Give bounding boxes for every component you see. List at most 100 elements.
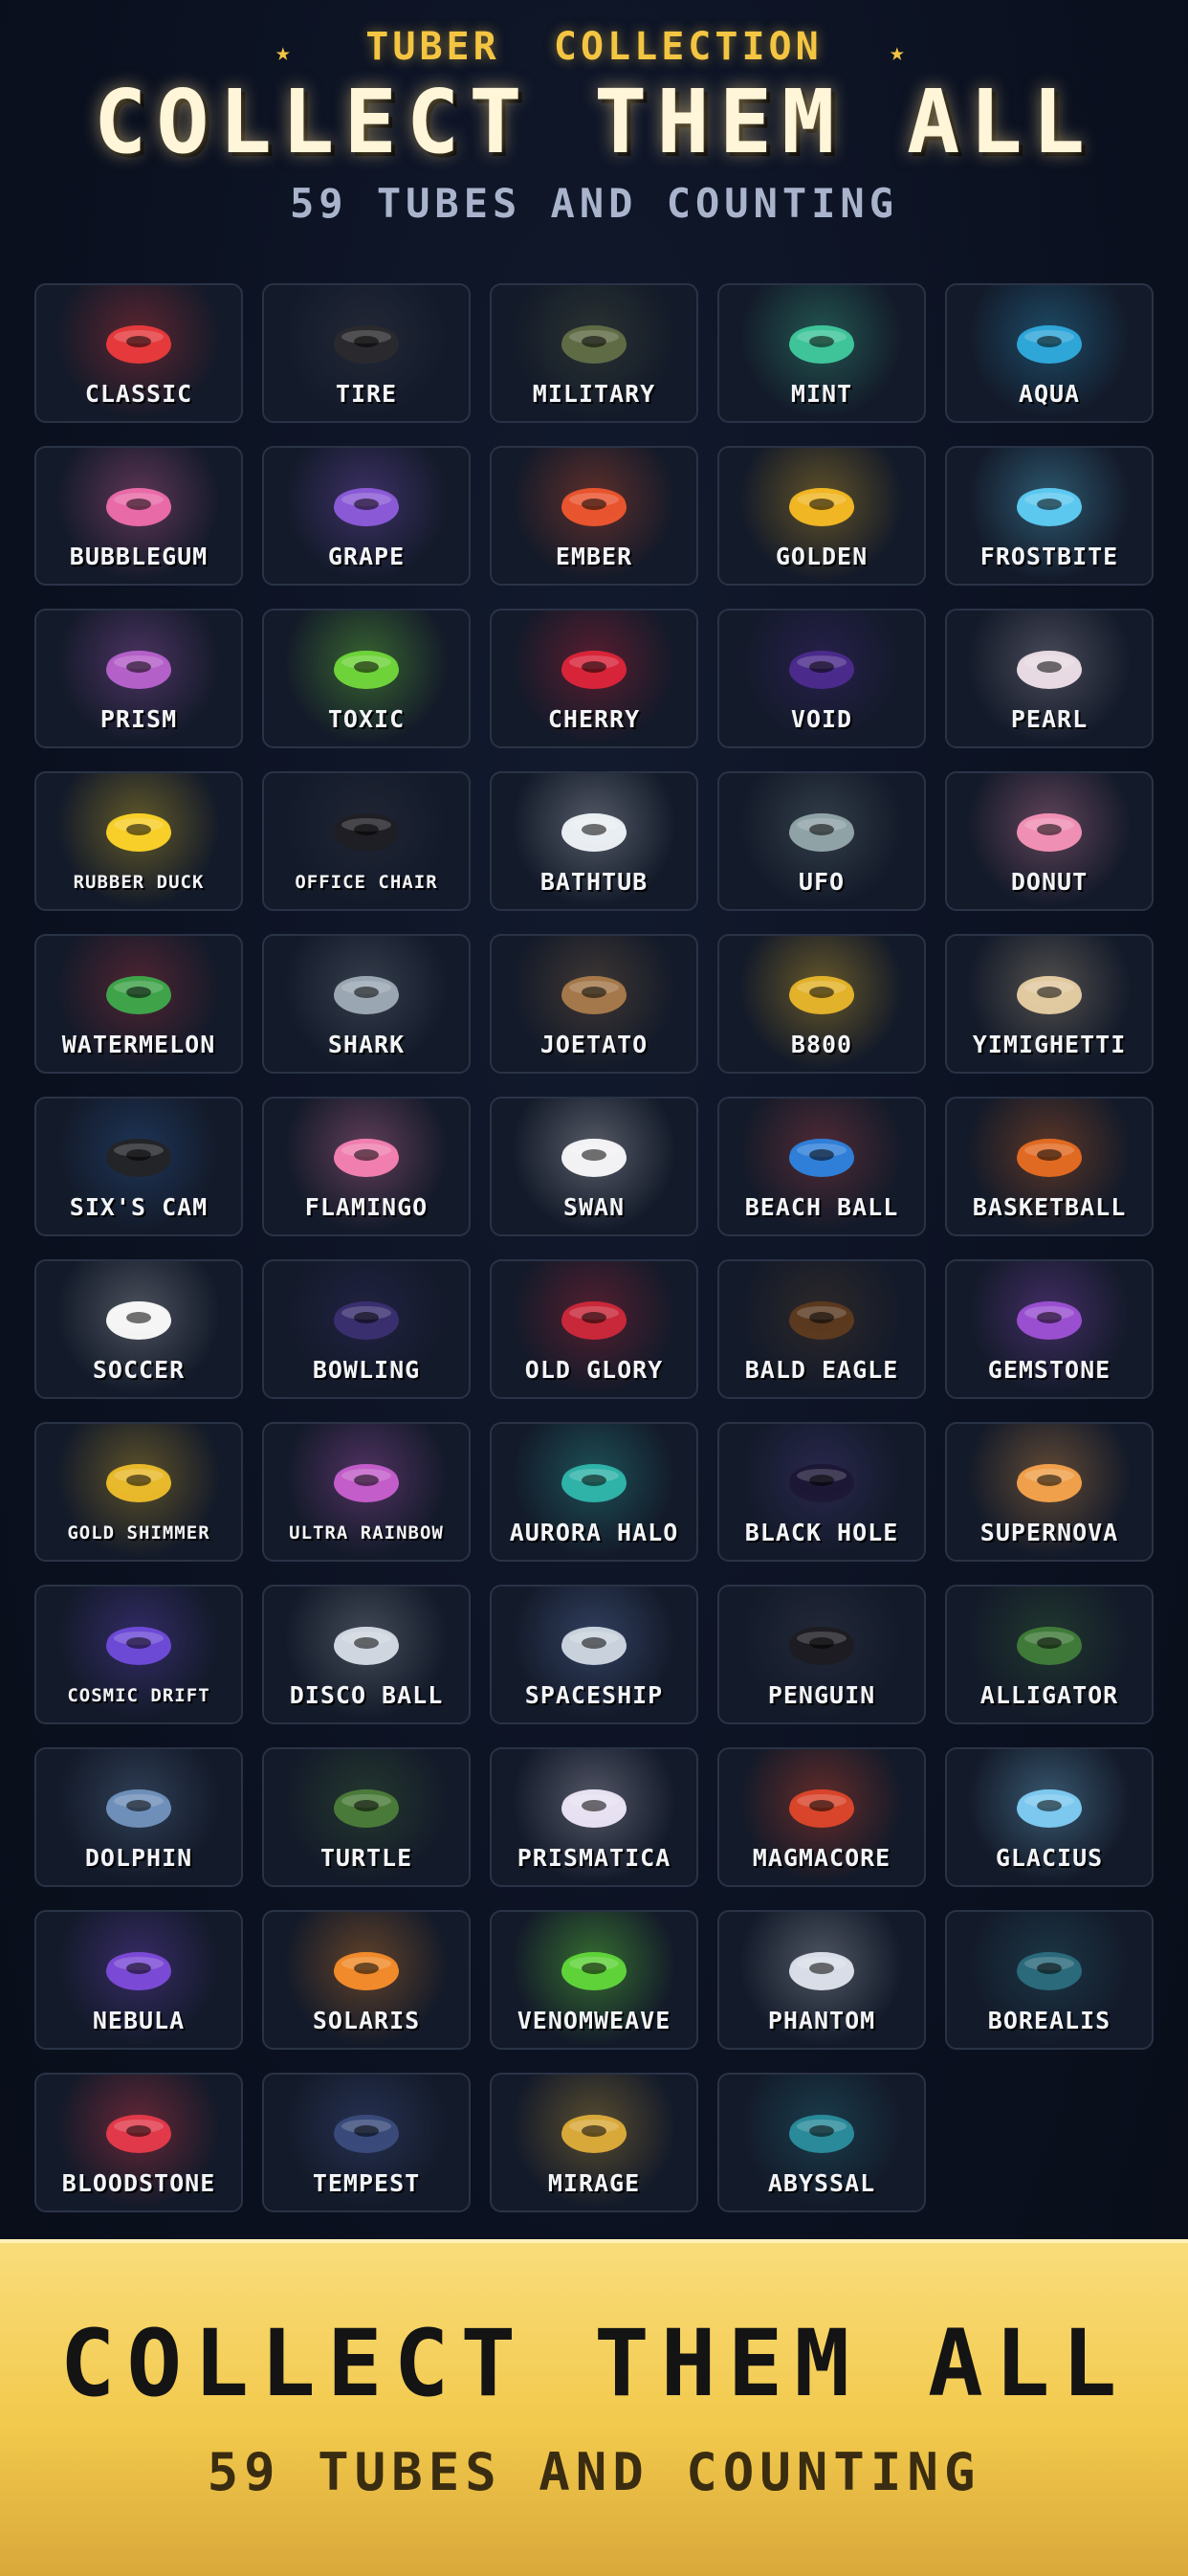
tube-card[interactable]: BOWLING [262,1259,471,1399]
tube-label: SHARK [327,1031,406,1058]
star-badge-icon [786,966,857,1018]
tube-card[interactable]: SWAN [490,1097,698,1236]
tube-card[interactable]: SIX'S CAM [34,1097,243,1236]
tube-label: TOXIC [327,705,406,733]
tube-card[interactable]: OFFICE CHAIR [262,771,471,911]
tube-card[interactable]: FROSTBITE [945,446,1154,586]
tube-card[interactable]: MINT [717,283,926,423]
tube-label: TEMPEST [312,2169,421,2197]
tube-card[interactable]: TOXIC [262,609,471,748]
tube-card[interactable]: BATHTUB [490,771,698,911]
tube-card[interactable]: GRAPE [262,446,471,586]
tube-card[interactable]: TEMPEST [262,2073,471,2212]
tube-card[interactable]: BALD EAGLE [717,1259,926,1399]
tube-card[interactable]: PENGUIN [717,1585,926,1724]
tube-label: YIMIGHETTI [972,1031,1127,1058]
tube-card[interactable]: SPACESHIP [490,1585,698,1724]
ring-icon [559,641,629,693]
tube-card[interactable]: BOREALIS [945,1910,1154,2050]
tube-card[interactable]: SOCCER [34,1259,243,1399]
tube-label: BUBBLEGUM [69,543,209,570]
tube-card[interactable]: COSMIC DRIFT [34,1585,243,1724]
ring-icon [1014,641,1085,693]
venom-ring-icon [559,1943,629,1994]
tube-card[interactable]: DOLPHIN [34,1747,243,1887]
tube-card[interactable]: PEARL [945,609,1154,748]
chair-icon [331,804,402,855]
tube-card[interactable]: MIRAGE [490,2073,698,2212]
tube-card[interactable]: ABYSSAL [717,2073,926,2212]
tube-label: SOCCER [92,1356,186,1384]
tube-card[interactable]: EMBER [490,446,698,586]
bowling-ball-icon [331,1292,402,1344]
tube-label: DONUT [1010,868,1089,896]
donut-icon [1014,804,1085,855]
tube-card[interactable]: TURTLE [262,1747,471,1887]
ring-icon [786,1455,857,1506]
tube-card[interactable]: ULTRA RAINBOW [262,1422,471,1562]
tube-label: BASKETBALL [972,1193,1127,1221]
tube-card[interactable]: AQUA [945,283,1154,423]
ring-icon [103,478,174,530]
tube-card[interactable]: BASKETBALL [945,1097,1154,1236]
collection-eyebrow: TUBER COLLECTION [365,25,823,69]
tube-card[interactable]: DISCO BALL [262,1585,471,1724]
tube-label: BOREALIS [987,2007,1111,2034]
ring-icon [786,478,857,530]
tube-card[interactable]: B800 [717,934,926,1074]
tube-card[interactable]: JOETATO [490,934,698,1074]
tube-card[interactable]: GOLDEN [717,446,926,586]
tube-card[interactable]: GLACIUS [945,1747,1154,1887]
tube-card[interactable]: PRISMATICA [490,1747,698,1887]
disco-ball-icon [331,1617,402,1669]
bathtub-icon [559,804,629,855]
tube-card[interactable]: WATERMELON [34,934,243,1074]
tube-card[interactable]: BLACK HOLE [717,1422,926,1562]
tube-card[interactable]: CLASSIC [34,283,243,423]
tube-card[interactable]: OLD GLORY [490,1259,698,1399]
tube-label: BEACH BALL [744,1193,899,1221]
tube-label: ALLIGATOR [979,1681,1119,1709]
tube-card[interactable]: CHERRY [490,609,698,748]
tube-card[interactable]: VENOMWEAVE [490,1910,698,2050]
gem-ring-icon [1014,1292,1085,1344]
tube-card[interactable]: TIRE [262,283,471,423]
beach-ball-icon [786,1129,857,1181]
tube-card[interactable]: DONUT [945,771,1154,911]
tube-card[interactable]: SHARK [262,934,471,1074]
aurora-ring-icon [1014,1943,1085,1994]
ring-icon [786,641,857,693]
ring-icon [1014,1455,1085,1506]
tube-card[interactable]: GOLD SHIMMER [34,1422,243,1562]
tube-card[interactable]: RUBBER DUCK [34,771,243,911]
tube-card[interactable]: PRISM [34,609,243,748]
tube-label: WATERMELON [61,1031,216,1058]
tube-card[interactable]: YIMIGHETTI [945,934,1154,1074]
tube-label: GLACIUS [995,1844,1104,1872]
tube-label: TIRE [335,380,398,408]
tube-card[interactable]: SUPERNOVA [945,1422,1154,1562]
alligator-icon [1014,1617,1085,1669]
tube-label: GOLDEN [775,543,869,570]
tube-card[interactable]: NEBULA [34,1910,243,2050]
ufo-icon [786,804,857,855]
tube-card[interactable]: BEACH BALL [717,1097,926,1236]
tube-card[interactable]: PHANTOM [717,1910,926,2050]
tube-label: DOLPHIN [84,1844,193,1872]
tube-card[interactable]: FLAMINGO [262,1097,471,1236]
tube-card[interactable]: SOLARIS [262,1910,471,2050]
tube-card[interactable]: BLOODSTONE [34,2073,243,2212]
tube-card[interactable]: MILITARY [490,283,698,423]
tube-card[interactable]: UFO [717,771,926,911]
tube-label: VENOMWEAVE [517,2007,671,2034]
tube-label: UFO [798,868,846,896]
tube-card[interactable]: GEMSTONE [945,1259,1154,1399]
tube-card[interactable]: VOID [717,609,926,748]
dolphin-icon [103,1780,174,1832]
ring-icon [786,316,857,367]
tube-card[interactable]: MAGMACORE [717,1747,926,1887]
tube-label: FROSTBITE [979,543,1119,570]
tube-card[interactable]: ALLIGATOR [945,1585,1154,1724]
tube-card[interactable]: AURORA HALO [490,1422,698,1562]
tube-card[interactable]: BUBBLEGUM [34,446,243,586]
